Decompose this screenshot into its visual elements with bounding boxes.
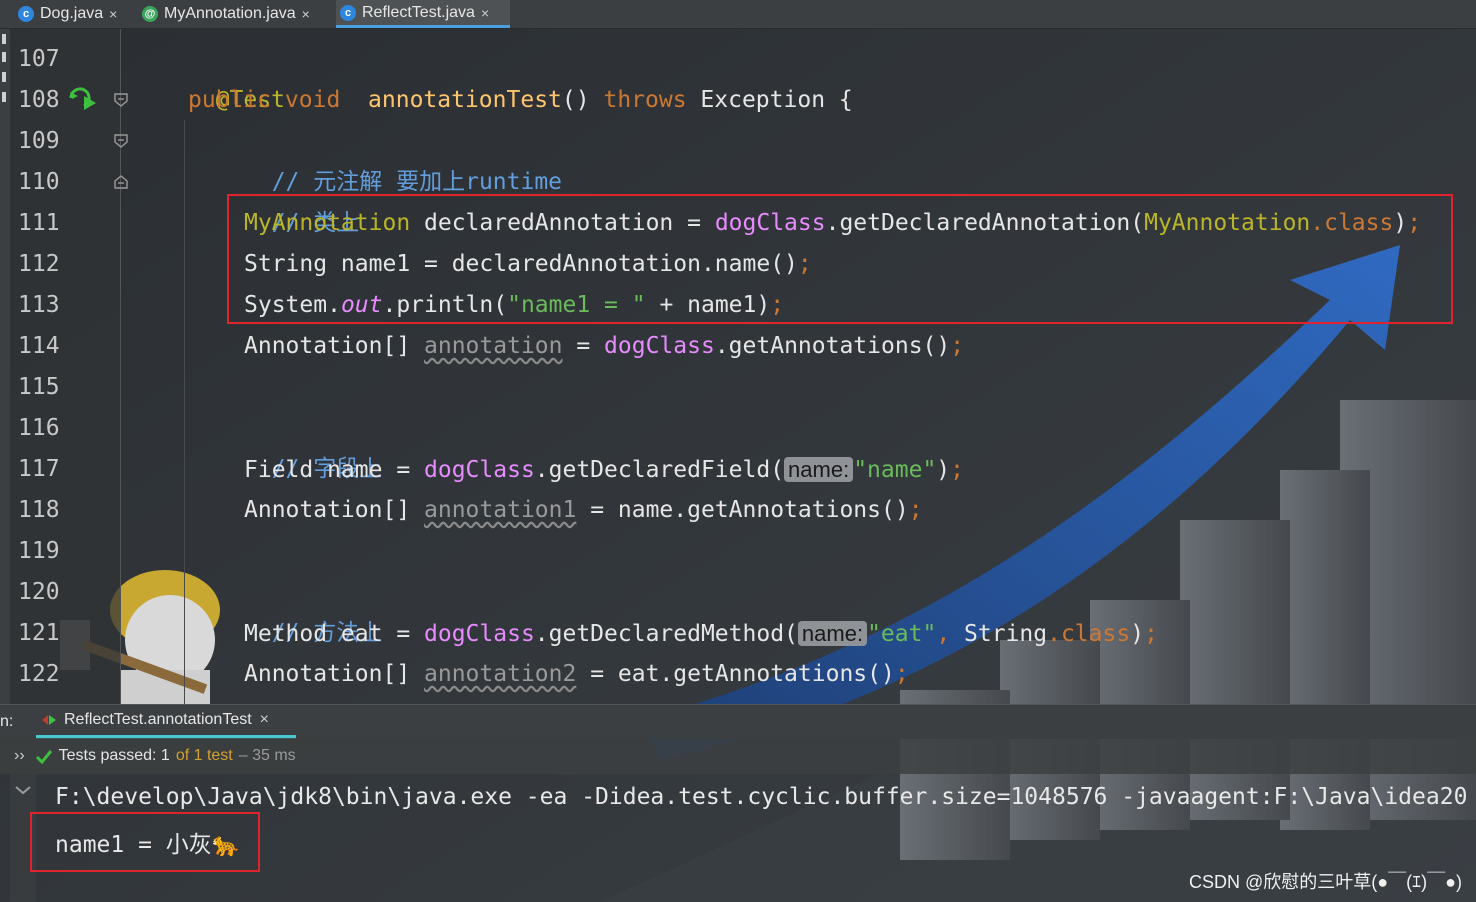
code-token: Annotation[] xyxy=(244,333,425,359)
highlight-box-code xyxy=(227,194,1453,324)
class-icon: c xyxy=(340,4,356,21)
method-name-token: annotationTest xyxy=(368,87,562,113)
class-icon: c xyxy=(18,6,34,22)
code-token: = xyxy=(562,333,605,359)
string-token: "name" xyxy=(853,457,937,483)
fold-end-icon[interactable] xyxy=(113,174,129,190)
code-line-107[interactable]: @Test xyxy=(188,39,285,113)
line-number: 115 xyxy=(18,374,60,400)
semicolon-token: ; xyxy=(950,333,965,359)
line-number: 108 xyxy=(18,87,60,113)
line-number: 119 xyxy=(18,538,60,564)
left-tool-strip xyxy=(0,28,10,704)
tests-count-text: of 1 test xyxy=(175,747,233,764)
close-icon[interactable]: × xyxy=(302,6,310,22)
run-tab-reflecttest[interactable]: ReflectTest.annotationTest × xyxy=(36,705,296,739)
keyword-token: public void xyxy=(188,87,341,113)
code-line-117[interactable]: Field name = dogClass.getDeclaredField(n… xyxy=(244,449,964,490)
line-number: 112 xyxy=(18,251,60,277)
tab-myannotation-java[interactable]: @ MyAnnotation.java × xyxy=(138,0,316,28)
watermark-text: CSDN @欣慰的三叶草(●￣(ｴ)￣●) xyxy=(1189,872,1462,892)
code-token: String xyxy=(950,621,1048,647)
check-icon xyxy=(35,750,52,764)
code-line-118[interactable]: Annotation[] annotation1 = name.getAnnot… xyxy=(244,490,923,531)
fold-icon[interactable] xyxy=(113,92,129,108)
code-token: Method eat = xyxy=(244,621,425,647)
paren-token: () xyxy=(561,87,590,113)
field-token: dogClass xyxy=(424,621,535,647)
tab-label: ReflectTest.java xyxy=(362,3,475,21)
tab-reflecttest-java[interactable]: c ReflectTest.java × xyxy=(336,0,510,28)
annotation-icon: @ xyxy=(142,6,158,22)
parameter-hint: name: xyxy=(797,621,868,646)
code-line-114[interactable]: Annotation[] annotation = dogClass.getAn… xyxy=(244,326,964,367)
comma-token: , xyxy=(936,621,951,647)
field-token: dogClass xyxy=(424,457,535,483)
code-token: Field name = xyxy=(244,457,425,483)
parameter-hint: name: xyxy=(784,457,854,482)
code-token: = eat.getAnnotations() xyxy=(576,661,895,687)
console-line: F:\develop\Java\jdk8\bin\java.exe -ea -D… xyxy=(55,784,1468,810)
code-line-120[interactable]: // 方法上 xyxy=(244,572,383,646)
tab-dog-java[interactable]: c Dog.java × xyxy=(14,0,123,28)
code-line-109[interactable]: // 元注解 要加上runtime xyxy=(244,121,562,195)
code-token: Exception { xyxy=(700,87,853,113)
run-label: n: xyxy=(0,713,14,730)
line-number: 113 xyxy=(18,292,60,318)
keyword-token: throws xyxy=(603,87,687,113)
line-number: 117 xyxy=(18,456,60,482)
fold-icon[interactable] xyxy=(113,133,129,149)
close-icon[interactable]: × xyxy=(109,6,117,22)
code-token: ) xyxy=(936,457,951,483)
unused-variable-token: annotation2 xyxy=(424,661,577,687)
highlight-box-output xyxy=(30,812,260,872)
code-token: Annotation[] xyxy=(244,497,425,523)
string-token: "eat" xyxy=(867,621,937,647)
line-number: 116 xyxy=(18,415,60,441)
line-number: 109 xyxy=(18,128,60,154)
unused-variable-token: annotation1 xyxy=(424,497,577,523)
line-number: 120 xyxy=(18,579,60,605)
run-test-icon[interactable] xyxy=(68,84,98,112)
editor-tab-bar: c Dog.java × @ MyAnnotation.java × c Ref… xyxy=(0,0,1476,29)
close-icon[interactable]: × xyxy=(481,5,489,21)
keyword-token: .class xyxy=(1047,621,1131,647)
expand-chevrons-icon[interactable]: ›› xyxy=(14,747,25,765)
unused-variable-token: annotation xyxy=(424,333,563,359)
test-duration: – 35 ms xyxy=(238,747,296,764)
semicolon-token: ; xyxy=(908,497,923,523)
tab-label: MyAnnotation.java xyxy=(164,5,296,22)
line-number: 107 xyxy=(18,46,60,72)
run-config-icon xyxy=(42,715,56,725)
tab-label: Dog.java xyxy=(40,5,104,22)
code-token: Annotation[] xyxy=(244,661,425,687)
run-panel-header: n: ReflectTest.annotationTest × xyxy=(0,704,1476,739)
code-line-108[interactable]: public void annotationTest() throws Exce… xyxy=(188,80,853,121)
code-token: .getAnnotations() xyxy=(714,333,951,359)
field-token: dogClass xyxy=(604,333,715,359)
code-line-121[interactable]: Method eat = dogClass.getDeclaredMethod(… xyxy=(244,613,1158,654)
tests-passed-text: Tests passed: 1 xyxy=(58,747,170,764)
test-status-bar: ›› Tests passed: 1 of 1 test – 35 ms xyxy=(0,738,1476,774)
semicolon-token: ; xyxy=(950,457,965,483)
close-icon[interactable]: × xyxy=(260,711,269,729)
line-number: 122 xyxy=(18,661,60,687)
line-number: 110 xyxy=(18,169,60,195)
code-token: = name.getAnnotations() xyxy=(576,497,909,523)
run-tab-label: ReflectTest.annotationTest xyxy=(64,711,252,728)
indent-guide xyxy=(184,120,185,704)
line-number: 118 xyxy=(18,497,60,523)
code-line-122[interactable]: Annotation[] annotation2 = eat.getAnnota… xyxy=(244,654,909,695)
line-number: 114 xyxy=(18,333,60,359)
code-token: ) xyxy=(1130,621,1145,647)
semicolon-token: ; xyxy=(1144,621,1158,647)
code-token: .getDeclaredMethod( xyxy=(534,621,798,647)
code-line-116[interactable]: // 字段上 xyxy=(244,408,383,482)
chevron-down-icon[interactable] xyxy=(14,784,32,796)
semicolon-token: ; xyxy=(894,661,909,687)
line-number: 111 xyxy=(18,210,60,236)
line-number: 121 xyxy=(18,620,60,646)
code-token: .getDeclaredField( xyxy=(534,457,785,483)
